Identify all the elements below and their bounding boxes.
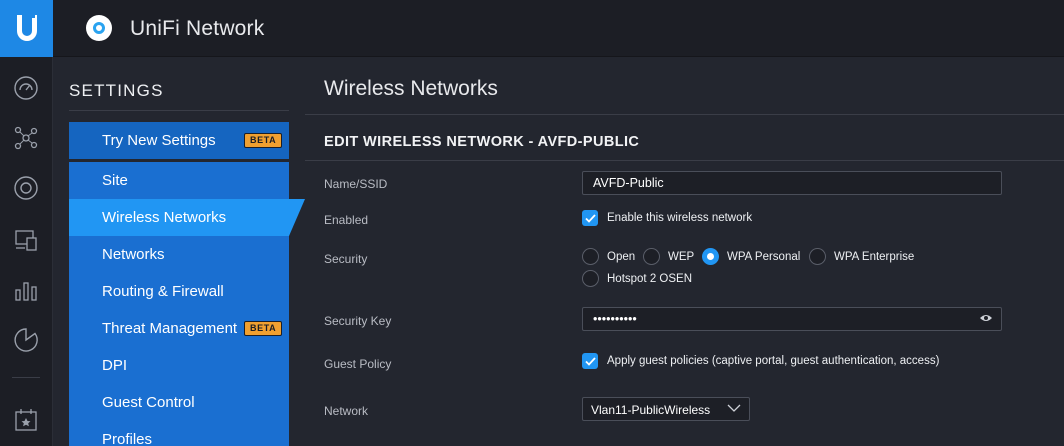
- network-select[interactable]: Vlan11-PublicWireless: [582, 397, 750, 421]
- menu-item-label: Wireless Networks: [102, 209, 227, 226]
- events-icon[interactable]: [11, 405, 41, 435]
- menu-item-networks[interactable]: Networks: [69, 236, 289, 273]
- security-open-radio[interactable]: [582, 248, 599, 265]
- clients-icon[interactable]: [11, 225, 41, 255]
- try-new-settings-label: Try New Settings: [102, 132, 216, 149]
- insights-icon[interactable]: [11, 325, 41, 355]
- security-option-label: WPA Personal: [727, 251, 801, 263]
- security-option-label: Open: [607, 251, 636, 263]
- section-divider: [305, 160, 1064, 161]
- menu-item-label: Site: [102, 172, 128, 189]
- menu-item-threat-management[interactable]: Threat Management BETA: [69, 310, 289, 347]
- menu-item-label: Networks: [102, 246, 165, 263]
- menu-item-label: Guest Control: [102, 394, 195, 411]
- security-option-label: WEP: [668, 251, 695, 263]
- devices-icon[interactable]: [11, 173, 41, 203]
- beta-badge: BETA: [244, 321, 283, 336]
- statistics-icon[interactable]: [11, 275, 41, 305]
- security-key-value: ••••••••••: [593, 312, 637, 326]
- chevron-down-icon: [727, 404, 741, 412]
- left-rail: [0, 57, 53, 446]
- ssid-label: Name/SSID: [324, 177, 388, 191]
- security-key-label: Security Key: [324, 314, 392, 328]
- menu-item-routing-firewall[interactable]: Routing & Firewall: [69, 273, 289, 310]
- guest-policy-checkbox[interactable]: [582, 353, 598, 369]
- section-title: EDIT WIRELESS NETWORK - AVFD-PUBLIC: [324, 134, 640, 150]
- enabled-checkbox-label: Enable this wireless network: [607, 212, 753, 224]
- network-select-value: Vlan11-PublicWireless: [591, 403, 711, 417]
- dashboard-icon[interactable]: [11, 73, 41, 103]
- guest-policy-label: Guest Policy: [324, 357, 392, 371]
- guest-policy-checkbox-label: Apply guest policies (captive portal, gu…: [607, 355, 940, 367]
- ubiquiti-logo-icon: [16, 14, 37, 41]
- unifi-app: U UniFi Network SETTINGS: [0, 0, 1064, 446]
- menu-item-label: Threat Management: [102, 320, 238, 337]
- settings-title: SETTINGS: [69, 81, 164, 100]
- top-bar: U UniFi Network: [0, 0, 1064, 57]
- enabled-label: Enabled: [324, 213, 369, 227]
- security-hotspot-radio[interactable]: [582, 270, 599, 287]
- menu-item-guest-control[interactable]: Guest Control: [69, 384, 289, 421]
- try-new-settings-button[interactable]: Try New Settings BETA: [69, 122, 289, 159]
- settings-panel: SETTINGS Try New Settings BETA Site Wire…: [53, 57, 305, 446]
- menu-item-profiles[interactable]: Profiles: [69, 421, 289, 446]
- app-title: UniFi Network: [130, 17, 265, 40]
- show-password-icon[interactable]: [979, 313, 993, 323]
- check-icon: [584, 356, 596, 366]
- main-content: Wireless Networks EDIT WIRELESS NETWORK …: [305, 57, 1064, 446]
- enabled-checkbox[interactable]: [582, 210, 598, 226]
- menu-item-label: Routing & Firewall: [102, 283, 224, 300]
- title-divider: [305, 114, 1064, 115]
- rail-divider: [12, 377, 40, 378]
- page-title: Wireless Networks: [324, 77, 498, 100]
- security-wep-radio[interactable]: [643, 248, 660, 265]
- settings-menu: Site Wireless Networks Networks Routing …: [69, 162, 305, 446]
- menu-item-label: DPI: [102, 357, 128, 374]
- menu-item-wireless-networks[interactable]: Wireless Networks: [69, 199, 305, 236]
- network-label: Network: [324, 404, 369, 418]
- menu-item-dpi[interactable]: DPI: [69, 347, 289, 384]
- security-wpa-enterprise-radio[interactable]: [809, 248, 826, 265]
- beta-badge: BETA: [244, 133, 283, 148]
- ubiquiti-logo-button[interactable]: U: [0, 0, 53, 57]
- ssid-input[interactable]: AVFD-Public: [582, 171, 1002, 195]
- active-indicator: [289, 199, 305, 236]
- topology-icon[interactable]: [11, 123, 41, 153]
- security-option-label: Hotspot 2 OSEN: [607, 273, 693, 285]
- unifi-network-icon: [86, 15, 112, 41]
- menu-item-label: Profiles: [102, 431, 153, 446]
- security-option-label: WPA Enterprise: [834, 251, 915, 263]
- security-wpa-personal-radio[interactable]: [702, 248, 719, 265]
- security-label: Security: [324, 252, 368, 266]
- check-icon: [584, 213, 596, 223]
- security-key-input[interactable]: ••••••••••: [582, 307, 1002, 331]
- menu-item-site[interactable]: Site: [69, 162, 289, 199]
- settings-divider: [69, 110, 289, 111]
